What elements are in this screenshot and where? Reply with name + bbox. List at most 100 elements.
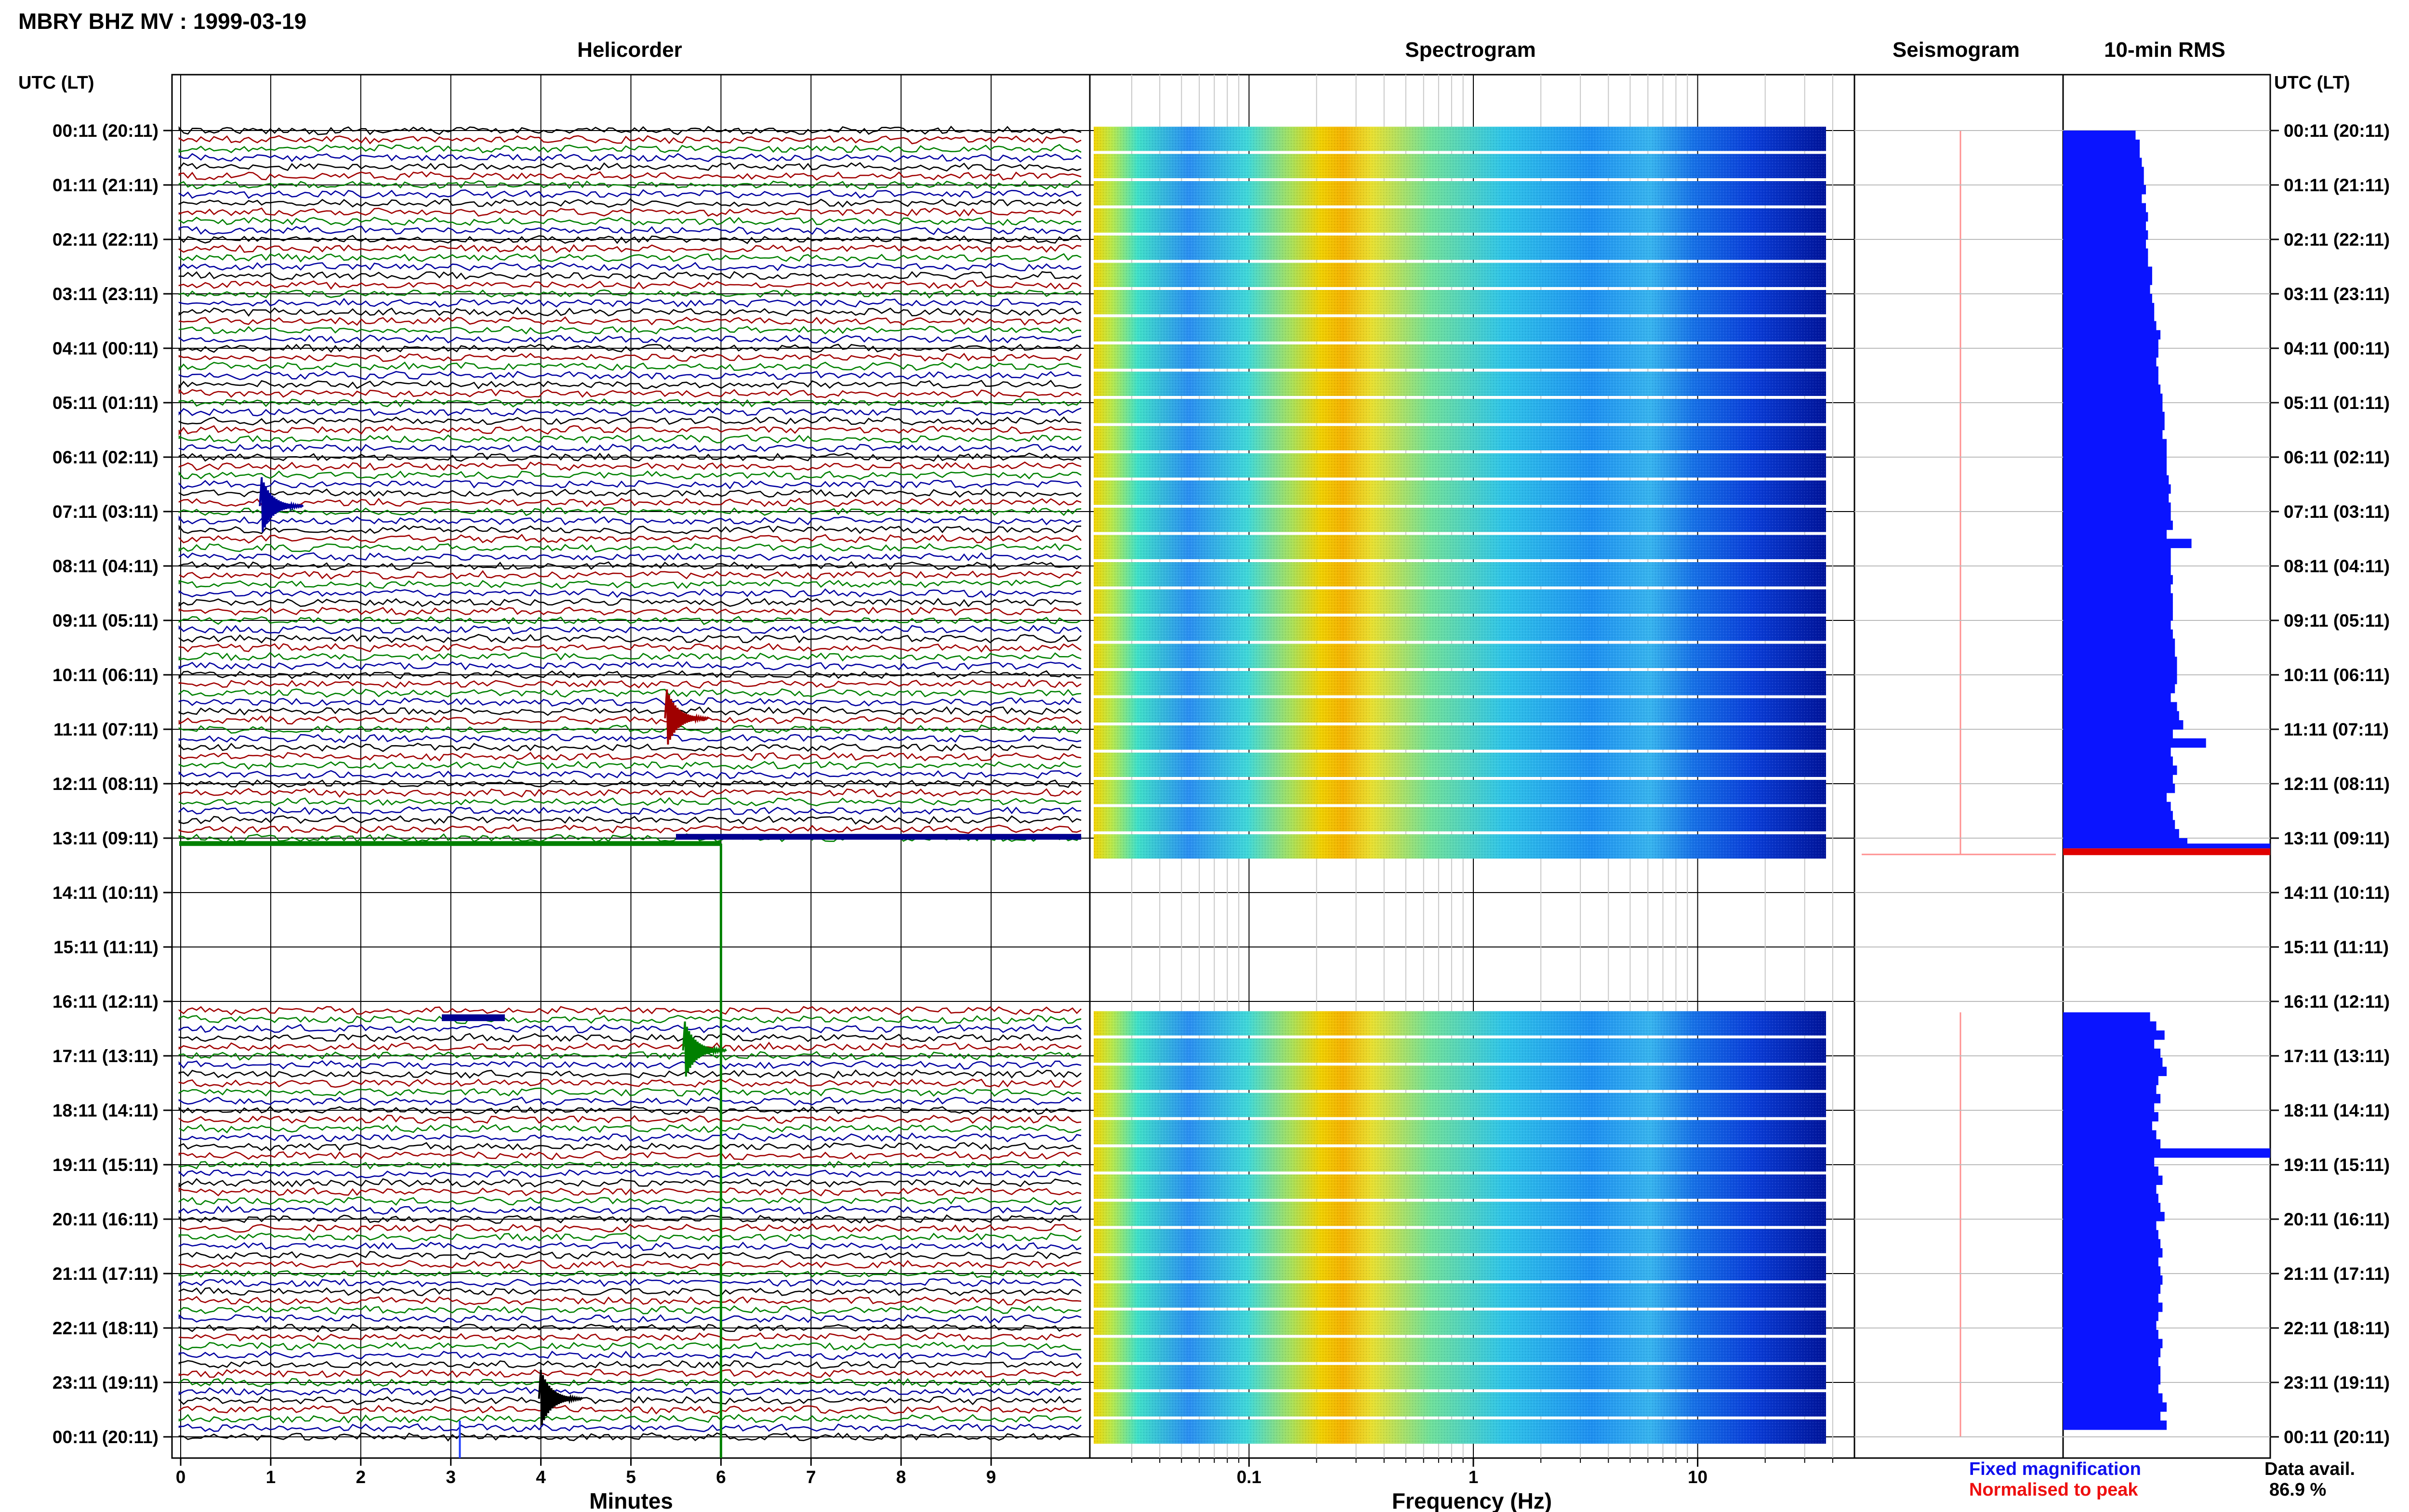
rms-bar <box>2063 248 2148 258</box>
spectrogram-noise <box>1094 1065 1826 1090</box>
rms-bar <box>2063 403 2163 412</box>
spectrogram-noise <box>1094 208 1826 233</box>
rms-bar <box>2063 747 2171 757</box>
rms-bar <box>2063 684 2175 694</box>
rms-bar <box>2063 1284 2161 1294</box>
spectrogram-noise <box>1094 181 1826 206</box>
rms-bar <box>2063 520 2173 530</box>
spectrogram-noise <box>1094 508 1826 532</box>
rms-bar <box>2063 620 2171 630</box>
rms-bar <box>2063 647 2175 657</box>
spectrogram-noise <box>1094 562 1826 587</box>
x-tick-label: 4 <box>536 1467 546 1487</box>
rms-bar <box>2063 375 2158 385</box>
spectrogram-noise <box>1094 1256 1826 1281</box>
rms-bar <box>2063 1266 2161 1276</box>
rms-bar <box>2063 203 2146 213</box>
rms-bar <box>2063 1012 2150 1022</box>
seismogram-frame <box>1853 74 2064 1459</box>
rms-bar <box>2063 584 2171 594</box>
spectrogram-noise <box>1094 317 1826 342</box>
time-tick-label: 19:11 (15:11) <box>53 1155 159 1175</box>
rms-bar <box>2063 1257 2158 1267</box>
rms-bar <box>2063 348 2158 358</box>
rms-bar <box>2063 1057 2163 1067</box>
rms-bar <box>2063 1039 2155 1049</box>
data-avail-label: Data avail. <box>2264 1459 2355 1479</box>
time-tick-label: 15:11 (11:11) <box>2284 937 2389 957</box>
spectrogram-noise <box>1094 1229 1826 1253</box>
x-tick-label: 7 <box>806 1467 816 1487</box>
spectrogram-title: Spectrogram <box>1405 38 1535 62</box>
rms-bar <box>2063 811 2173 820</box>
time-tick-label: 17:11 (13:11) <box>53 1046 159 1066</box>
x-tick-label: 2 <box>356 1467 366 1487</box>
rms-bar <box>2063 1021 2157 1031</box>
time-tick-label: 04:11 (00:11) <box>2284 339 2390 358</box>
rms-bar <box>2063 439 2167 448</box>
rms-bar <box>2063 457 2167 467</box>
rms-bar <box>2063 1139 2161 1149</box>
time-tick-label: 03:11 (23:11) <box>2284 284 2390 304</box>
time-tick-label: 02:11 (22:11) <box>2284 230 2390 250</box>
rms-bar <box>2063 729 2173 739</box>
legend-fixed-magnification: Fixed magnification <box>1969 1459 2141 1479</box>
rms-peak-bar <box>2063 843 2270 849</box>
time-tick-label: 20:11 (16:11) <box>53 1210 159 1229</box>
rms-bar <box>2063 484 2171 494</box>
rms-bar <box>2063 131 2136 140</box>
rms-bar <box>2063 1329 2158 1340</box>
spectrogram-noise <box>1094 1419 1826 1444</box>
rms-bar <box>2063 1312 2158 1321</box>
rms-bar <box>2063 1076 2158 1085</box>
rms-bar <box>2063 657 2177 666</box>
time-tick-label: 15:11 (11:11) <box>53 937 159 957</box>
rms-bar <box>2063 221 2146 231</box>
rms-bar <box>2063 1230 2158 1240</box>
time-tick-label: 22:11 (18:11) <box>2284 1318 2390 1338</box>
x-tick-label: 1 <box>266 1467 276 1487</box>
spectrogram-noise <box>1094 644 1826 668</box>
spectrogram-noise <box>1094 290 1826 315</box>
rms-bar <box>2063 394 2163 403</box>
rms-bar <box>2063 176 2144 185</box>
time-tick-label: 05:11 (01:11) <box>2284 393 2390 413</box>
time-tick-label: 17:11 (13:11) <box>2284 1046 2390 1066</box>
time-tick-label: 03:11 (23:11) <box>53 284 159 304</box>
spectrogram-noise <box>1094 1283 1826 1308</box>
rms-peak-bar <box>2063 848 2270 855</box>
time-tick-label: 09:11 (05:11) <box>53 611 159 631</box>
rms-bar <box>2063 212 2148 222</box>
rms-bar <box>2063 466 2167 476</box>
spectrogram-noise <box>1094 698 1826 723</box>
rms-bar <box>2063 557 2171 566</box>
rms-bar <box>2063 1248 2163 1258</box>
rms-bar <box>2063 1293 2158 1303</box>
rms-bar <box>2063 702 2177 711</box>
rms-bar <box>2063 167 2144 176</box>
spectrogram-noise <box>1094 236 1826 260</box>
spectrogram-noise <box>1094 1338 1826 1362</box>
time-tick-label: 00:11 (20:11) <box>2284 1427 2390 1447</box>
rms-bar <box>2063 148 2140 158</box>
spectrogram-noise <box>1094 725 1826 750</box>
time-tick-label: 01:11 (21:11) <box>2284 175 2390 195</box>
rms-bar <box>2063 1175 2163 1185</box>
helicorder-title: Helicorder <box>577 38 682 62</box>
rms-bar <box>2063 1393 2163 1403</box>
time-tick-label: 00:11 (20:11) <box>2284 121 2390 141</box>
rms-bar <box>2063 475 2169 485</box>
rms-bar <box>2063 802 2171 812</box>
spectrogram-noise <box>1094 263 1826 287</box>
time-tick-label: 01:11 (21:11) <box>53 175 159 195</box>
time-tick-label: 21:11 (17:11) <box>53 1264 159 1284</box>
spectrogram-noise <box>1094 154 1826 178</box>
time-tick-label: 19:11 (15:11) <box>2284 1155 2390 1175</box>
rms-bar <box>2063 792 2167 802</box>
time-tick-label: 07:11 (03:11) <box>2284 502 2390 522</box>
time-tick-label: 10:11 (06:11) <box>2284 665 2390 685</box>
rms-bar <box>2063 720 2184 730</box>
rms-bar <box>2063 638 2175 648</box>
spectrogram-noise <box>1094 671 1826 696</box>
rms-bar <box>2063 1239 2161 1249</box>
